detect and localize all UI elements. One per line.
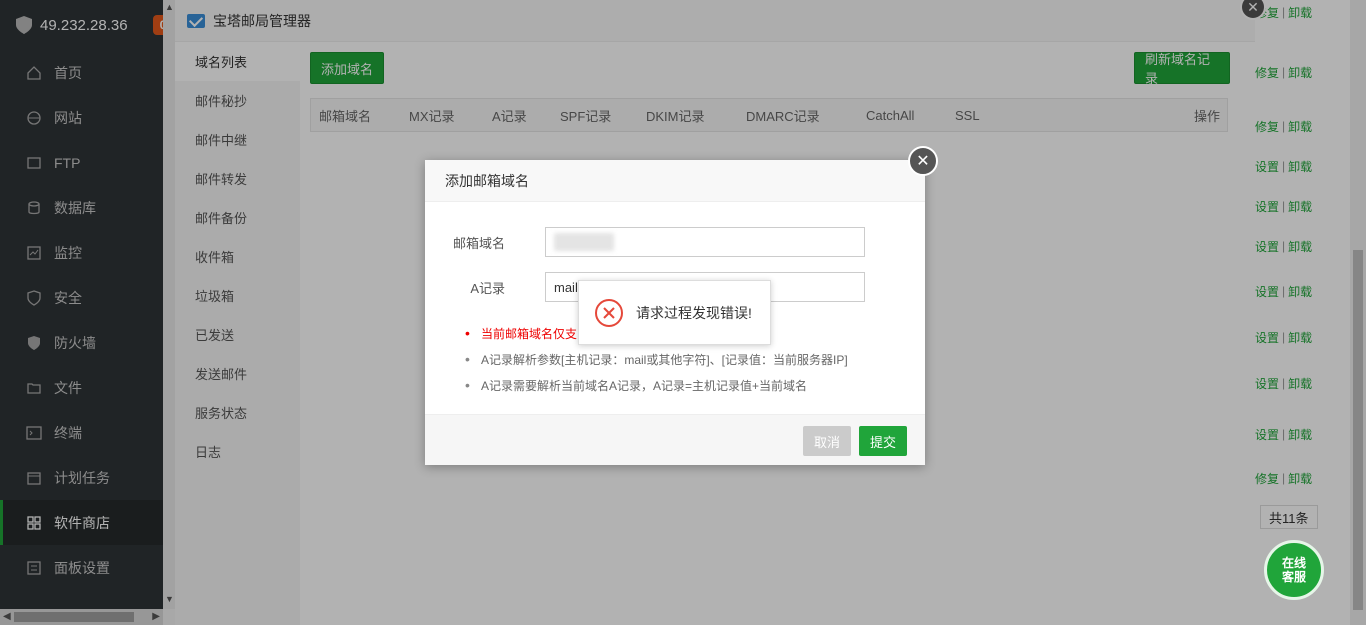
domain-label: 邮箱域名 (452, 235, 505, 251)
note-a-record-resolve: A记录需要解析当前域名A记录，A记录=主机记录值+当前域名 (465, 372, 905, 398)
a-record-label: A记录 (470, 280, 505, 296)
note-a-record-params: A记录解析参数[主机记录：mail或其他字符]、[记录值：当前服务器IP] (465, 346, 905, 372)
error-icon (595, 298, 623, 327)
online-support-button[interactable]: 在线 客服 (1264, 540, 1324, 600)
dialog-footer: 取消 提交 (425, 414, 925, 465)
dialog-close-icon[interactable]: ✕ (908, 146, 938, 176)
domain-input[interactable] (545, 227, 865, 257)
domain-row: 邮箱域名 (425, 227, 925, 257)
submit-button[interactable]: 提交 (859, 426, 907, 456)
dialog-title: 添加邮箱域名 (425, 160, 925, 202)
blurred-domain-value (554, 233, 614, 251)
error-toast: 请求过程发现错误! (578, 280, 771, 345)
cancel-button[interactable]: 取消 (803, 426, 851, 456)
error-message: 请求过程发现错误! (636, 304, 752, 321)
